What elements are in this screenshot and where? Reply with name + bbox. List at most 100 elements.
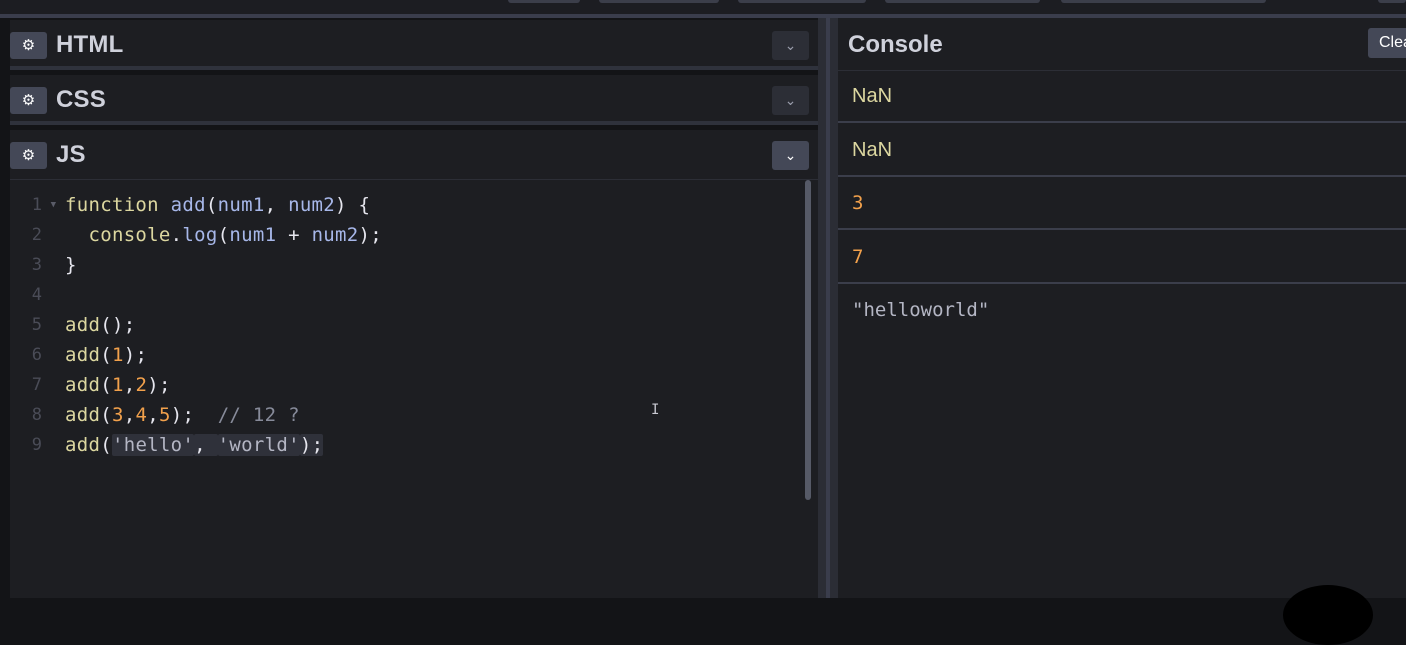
top-toolbar	[0, 0, 1406, 18]
code-token: 'world'	[217, 434, 300, 456]
code-token: 3	[111, 404, 124, 426]
code-token: num2	[288, 194, 336, 216]
js-panel-title: JS	[56, 141, 86, 168]
console-panel: Console Clear NaN NaN 3 7 "helloworld"	[838, 18, 1406, 598]
code-token: );	[123, 344, 148, 366]
code-line: add(1,2);	[65, 370, 382, 400]
code-token: (	[100, 374, 112, 396]
code-token: );	[358, 224, 383, 246]
toolbar-button-stub[interactable]	[885, 0, 1040, 3]
scrollbar-thumb[interactable]	[805, 180, 811, 500]
code-token: }	[65, 254, 77, 276]
code-token: );	[147, 374, 171, 396]
toolbar-button-stub[interactable]	[1378, 0, 1406, 3]
code-line: add('hello', 'world');	[65, 430, 382, 460]
console-log-entry: 7	[838, 231, 1406, 284]
code-token: add	[170, 194, 206, 216]
code-token: (	[100, 404, 112, 426]
toolbar-button-stub[interactable]	[599, 0, 719, 3]
code-token: 1	[111, 344, 124, 366]
code-token: add	[65, 404, 101, 426]
chevron-down-icon[interactable]: ⌄	[772, 141, 809, 170]
line-number: 4	[31, 285, 42, 305]
code-area[interactable]: function add(num1, num2) { console.log(n…	[65, 190, 382, 460]
line-number: 7	[31, 375, 42, 395]
code-token: 4	[135, 404, 148, 426]
code-token: (	[205, 194, 218, 216]
code-token: num1	[229, 224, 277, 246]
line-number: 5	[31, 315, 42, 335]
code-token: add	[65, 374, 101, 396]
code-token: ) {	[335, 194, 371, 216]
line-number: 2	[31, 225, 42, 245]
code-token: // 12 ?	[217, 404, 300, 426]
code-token: ,	[264, 194, 289, 216]
code-token: (	[217, 224, 230, 246]
code-line: add(3,4,5); // 12 ?	[65, 400, 382, 430]
chevron-down-icon[interactable]: ⌄	[772, 31, 809, 60]
code-token: function	[65, 194, 171, 216]
toolbar-button-stub[interactable]	[508, 0, 580, 3]
code-token: console	[65, 224, 171, 246]
code-token: add	[65, 434, 101, 456]
css-panel-title: CSS	[56, 86, 106, 113]
console-log-value: 7	[852, 245, 864, 268]
js-code-editor[interactable]: 1 ▼ 2 3 4 5 6 7 8 9 function add(num1, num2) { co…	[10, 180, 818, 598]
code-token: (	[100, 434, 112, 456]
code-token: );	[299, 434, 324, 456]
text-cursor-icon: I	[651, 402, 660, 418]
code-token: );	[170, 404, 218, 426]
html-panel-header[interactable]: ⚙ HTML ⌄	[10, 20, 818, 70]
line-number: 8	[31, 405, 42, 425]
html-panel-title: HTML	[56, 31, 124, 58]
code-line: add(1);	[65, 340, 382, 370]
gear-icon[interactable]: ⚙	[10, 87, 47, 114]
code-token: ,	[123, 404, 136, 426]
js-panel-header[interactable]: ⚙ JS ⌄	[10, 130, 818, 180]
toolbar-button-stub[interactable]	[738, 0, 866, 3]
code-line: add();	[65, 310, 382, 340]
toolbar-button-stub[interactable]	[1061, 0, 1266, 3]
line-number-gutter: 1 ▼ 2 3 4 5 6 7 8 9	[10, 190, 56, 460]
code-token: 'hello'	[111, 434, 195, 456]
clear-console-button[interactable]: Clear	[1368, 28, 1406, 58]
code-token: 5	[158, 404, 171, 426]
css-panel-header[interactable]: ⚙ CSS ⌄	[10, 75, 818, 125]
console-log-value: NaN	[852, 85, 893, 107]
code-token: ,	[147, 404, 159, 426]
code-token: add	[65, 314, 101, 336]
code-token: num1	[217, 194, 265, 216]
code-token: ();	[100, 314, 136, 336]
code-token: ,	[123, 374, 136, 396]
gear-icon[interactable]: ⚙	[10, 32, 47, 59]
code-line: console.log(num1 + num2);	[65, 220, 382, 250]
console-log-value: 3	[852, 192, 864, 214]
code-token: add	[65, 344, 101, 366]
editor-scrollbar[interactable]	[804, 180, 816, 598]
code-token: num2	[311, 224, 359, 246]
console-log-value: "helloworld"	[852, 299, 990, 321]
code-token: (	[100, 344, 112, 366]
line-number: 6	[31, 345, 42, 365]
splitter-edge	[826, 18, 830, 598]
line-number: 9	[31, 435, 42, 455]
cursor-overlay	[1283, 585, 1373, 645]
gear-icon[interactable]: ⚙	[10, 142, 47, 169]
chevron-down-icon[interactable]: ⌄	[772, 86, 809, 115]
console-log-entry: 3	[838, 177, 1406, 230]
console-header: Console Clear	[838, 18, 1406, 71]
console-log-value: NaN	[852, 138, 893, 161]
code-token: log	[182, 224, 218, 246]
line-number: 1 ▼	[10, 190, 56, 220]
code-token: 2	[135, 374, 148, 396]
code-token: +	[276, 224, 312, 246]
console-log-entry: NaN	[838, 124, 1406, 177]
code-token: .	[170, 224, 183, 246]
code-line: }	[65, 250, 382, 280]
console-log-entry: NaN	[838, 70, 1406, 123]
fold-arrow-icon[interactable]: ▼	[51, 190, 56, 220]
code-line: function add(num1, num2) {	[65, 190, 382, 220]
panel-resize-handle[interactable]	[818, 18, 838, 598]
code-token: ,	[194, 434, 218, 456]
